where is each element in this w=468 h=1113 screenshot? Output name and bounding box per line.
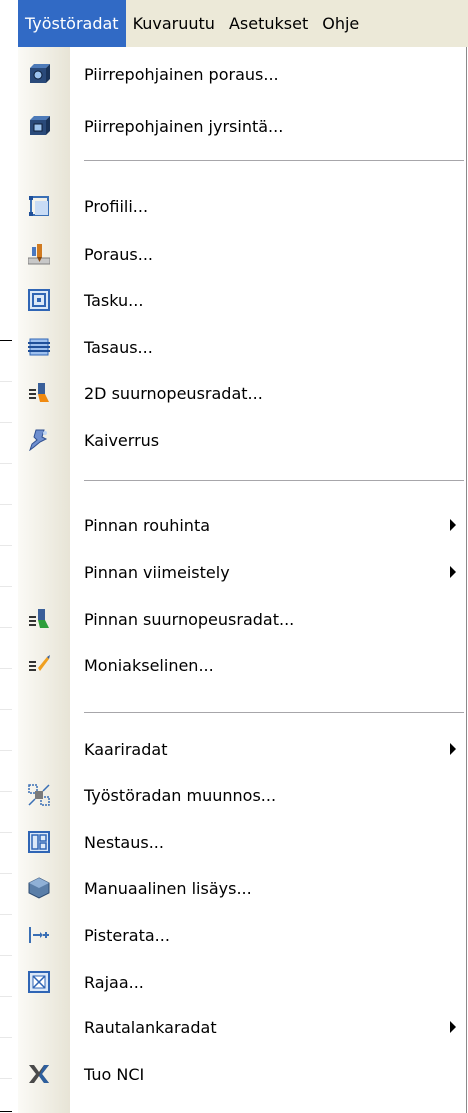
manual-entry-icon bbox=[28, 877, 50, 899]
menu-item-wireframe-paths[interactable]: Rautalankaradat bbox=[18, 1007, 466, 1047]
submenu-arrow-icon bbox=[450, 743, 456, 755]
menu-bar: Työstöradat Kuvaruutu Asetukset Ohje bbox=[18, 0, 468, 47]
menu-item-feature-drill[interactable]: Piirrepohjainen poraus... bbox=[18, 54, 466, 94]
menu-item-label: Manuaalinen lisäys... bbox=[84, 878, 252, 898]
point-icon bbox=[28, 924, 50, 946]
menu-item-label: Rajaa... bbox=[84, 972, 144, 992]
submenu-arrow-icon bbox=[450, 519, 456, 531]
engrave-icon bbox=[28, 429, 50, 452]
contour-icon bbox=[28, 195, 50, 217]
menu-item-label: Pinnan rouhinta bbox=[84, 515, 211, 535]
menu-item-label: Rautalankaradat bbox=[84, 1017, 217, 1037]
transform-icon bbox=[28, 784, 50, 806]
menu-item-surface-hst[interactable]: Pinnan suurnopeusradat... bbox=[18, 599, 466, 639]
hst-2d-icon bbox=[28, 382, 50, 404]
nesting-icon bbox=[28, 831, 50, 853]
pocket-icon bbox=[28, 289, 50, 311]
menu-item-drill[interactable]: Poraus... bbox=[18, 234, 466, 274]
menu-item-label: Pinnan viimeistely bbox=[84, 562, 230, 582]
menu-item-pocket[interactable]: Tasku... bbox=[18, 280, 466, 320]
surface-hst-icon bbox=[28, 608, 50, 630]
menu-item-engrave[interactable]: Kaiverrus bbox=[18, 420, 466, 460]
menubar-item-tyostoradat[interactable]: Työstöradat bbox=[18, 0, 126, 47]
background-grid-lines bbox=[0, 340, 12, 1112]
menubar-item-kuvaruutu[interactable]: Kuvaruutu bbox=[126, 0, 222, 47]
menu-item-label: Pinnan suurnopeusradat... bbox=[84, 609, 295, 629]
menu-separator bbox=[84, 480, 464, 481]
menu-item-label: Tasku... bbox=[84, 290, 144, 310]
menu-item-feature-mill[interactable]: Piirrepohjainen jyrsintä... bbox=[18, 106, 466, 146]
menu-item-2d-hst[interactable]: 2D suurnopeusradat... bbox=[18, 373, 466, 413]
menu-item-nesting[interactable]: Nestaus... bbox=[18, 822, 466, 862]
menu-item-facing[interactable]: Tasaus... bbox=[18, 327, 466, 367]
multiaxis-icon bbox=[28, 654, 50, 676]
menu-item-surface-rough[interactable]: Pinnan rouhinta bbox=[18, 505, 466, 545]
menu-item-label: Moniakselinen... bbox=[84, 655, 214, 675]
dropdown-menu-tyostoradat: Piirrepohjainen poraus... Piirrepohjaine… bbox=[18, 47, 467, 1113]
menu-item-transform[interactable]: Työstöradan muunnos... bbox=[18, 775, 466, 815]
menu-item-label: Nestaus... bbox=[84, 832, 164, 852]
menu-item-label: Profiili... bbox=[84, 196, 149, 216]
menubar-item-ohje[interactable]: Ohje bbox=[315, 0, 366, 47]
submenu-arrow-icon bbox=[450, 1021, 456, 1033]
menu-item-contour[interactable]: Profiili... bbox=[18, 186, 466, 226]
submenu-arrow-icon bbox=[450, 566, 456, 578]
menu-item-label: Tasaus... bbox=[84, 337, 153, 357]
menu-item-manual-entry[interactable]: Manuaalinen lisäys... bbox=[18, 868, 466, 908]
menu-item-label: Työstöradan muunnos... bbox=[84, 785, 277, 805]
menubar-item-asetukset[interactable]: Asetukset bbox=[222, 0, 315, 47]
menu-item-surface-finish[interactable]: Pinnan viimeistely bbox=[18, 552, 466, 592]
menu-separator bbox=[84, 160, 464, 161]
facing-icon bbox=[28, 336, 50, 358]
menu-item-label: Kaariradat bbox=[84, 739, 168, 759]
menu-item-multiaxis[interactable]: Moniakselinen... bbox=[18, 645, 466, 685]
menu-item-point-path[interactable]: Pisterata... bbox=[18, 915, 466, 955]
menu-separator bbox=[84, 712, 464, 713]
menu-item-label: Kaiverrus bbox=[84, 430, 160, 450]
menu-item-import-nci[interactable]: Tuo NCI bbox=[18, 1054, 466, 1094]
trim-icon bbox=[28, 971, 50, 993]
background-window-edge bbox=[0, 0, 19, 1113]
feature-mill-icon bbox=[28, 115, 50, 137]
menu-item-label: Pisterata... bbox=[84, 925, 170, 945]
menu-item-label: 2D suurnopeusradat... bbox=[84, 383, 263, 403]
menu-item-arc-paths[interactable]: Kaariradat bbox=[18, 729, 466, 769]
drill-icon bbox=[27, 243, 51, 265]
menu-item-label: Piirrepohjainen jyrsintä... bbox=[84, 116, 284, 136]
menu-item-label: Piirrepohjainen poraus... bbox=[84, 64, 279, 84]
feature-drill-icon bbox=[28, 63, 50, 85]
menu-item-label: Tuo NCI bbox=[84, 1064, 145, 1084]
menu-item-label: Poraus... bbox=[84, 244, 153, 264]
menu-item-trim[interactable]: Rajaa... bbox=[18, 962, 466, 1002]
import-nci-icon bbox=[28, 1063, 50, 1085]
